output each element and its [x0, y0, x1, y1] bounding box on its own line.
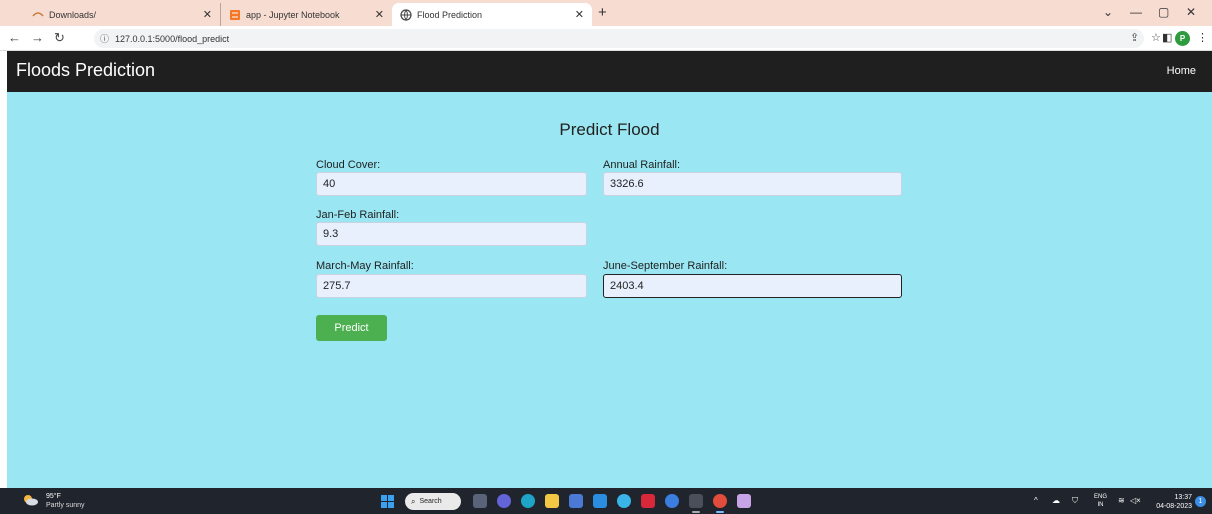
cloud-cover-label: Cloud Cover:: [316, 159, 381, 171]
app-icon[interactable]: [665, 494, 679, 508]
language-top: ENG: [1094, 494, 1108, 500]
back-arrow-icon[interactable]: ←: [8, 30, 21, 45]
mcafee-icon[interactable]: [641, 494, 655, 508]
cloud-cover-input[interactable]: [316, 172, 587, 196]
weather-description: Partly sunny: [46, 502, 85, 509]
address-bar-row: ← → ↻ ⓘ 127.0.0.1:5000/flood_predict ⇪ ☆: [0, 26, 1212, 51]
share-icon[interactable]: ⇪: [1130, 31, 1139, 44]
brand-title[interactable]: Floods Prediction: [16, 60, 155, 81]
window-close-icon[interactable]: ✕: [1186, 5, 1196, 19]
forward-arrow-icon[interactable]: →: [31, 30, 44, 45]
jan-feb-rainfall-label: Jan-Feb Rainfall:: [316, 209, 400, 221]
task-view-icon[interactable]: [473, 494, 487, 508]
notification-badge[interactable]: 1: [1195, 496, 1206, 507]
chevron-up-icon[interactable]: ^: [1034, 496, 1038, 505]
tab-flood-prediction-label: Flood Prediction: [417, 9, 483, 20]
annual-rainfall-input[interactable]: [603, 172, 902, 196]
close-icon[interactable]: ✕: [375, 8, 384, 21]
language-indicator[interactable]: ENG IN: [1094, 493, 1107, 509]
paint-icon[interactable]: [617, 494, 631, 508]
taskbar-search-label: Search: [419, 498, 442, 505]
file-explorer-icon[interactable]: [545, 494, 559, 508]
downloads-icon: [32, 11, 44, 17]
close-icon[interactable]: ✕: [575, 8, 584, 21]
jupyter-icon: [230, 9, 240, 20]
terminal-icon[interactable]: [689, 494, 703, 508]
minimize-icon[interactable]: —: [1130, 5, 1142, 19]
chrome-icon[interactable]: [713, 494, 727, 508]
annual-rainfall-label: Annual Rainfall:: [603, 159, 681, 171]
taskbar-search[interactable]: ⌕ Search: [405, 493, 461, 510]
language-bottom: IN: [1097, 502, 1104, 508]
tab-search-icon[interactable]: ⌄: [1103, 5, 1113, 19]
system-clock[interactable]: 13:37 04-08-2023: [1150, 493, 1192, 511]
predict-button[interactable]: Predict: [316, 315, 387, 341]
jan-feb-rainfall-input[interactable]: [316, 222, 587, 246]
wifi-icon[interactable]: ≋: [1118, 496, 1125, 505]
clock-time: 13:37: [1174, 494, 1192, 501]
url-input[interactable]: ⓘ 127.0.0.1:5000/flood_predict: [94, 29, 1144, 48]
globe-icon: [400, 8, 412, 21]
url-text: 127.0.0.1:5000/flood_predict: [115, 33, 230, 44]
teams-chat-icon[interactable]: [497, 494, 511, 508]
side-panel-icon[interactable]: ◧: [1162, 31, 1172, 44]
photos-icon[interactable]: [737, 494, 751, 508]
tab-downloads-label: Downloads/: [49, 9, 97, 20]
taskbar: 95°F Partly sunny ⌕ Search ^ ☁ ⛉ ENG IN …: [0, 488, 1212, 514]
edge-browser-icon[interactable]: [521, 494, 535, 508]
info-icon[interactable]: ⓘ: [100, 32, 109, 45]
clock-date: 04-08-2023: [1156, 503, 1192, 510]
tab-jupyter-label: app - Jupyter Notebook: [246, 9, 340, 20]
june-september-rainfall-input[interactable]: [603, 274, 902, 298]
volume-icon[interactable]: ◁×: [1130, 496, 1141, 505]
browser-tab-strip: Downloads/ ✕ app - Jupyter Notebook ✕ Fl…: [0, 0, 1212, 26]
search-icon: ⌕: [411, 496, 416, 506]
kebab-menu-icon[interactable]: ⋮: [1197, 31, 1208, 44]
bookmark-star-icon[interactable]: ☆: [1151, 31, 1161, 44]
running-indicator: [692, 511, 700, 513]
active-indicator: [716, 511, 724, 513]
mail-icon[interactable]: [593, 494, 607, 508]
reload-icon[interactable]: ↻: [54, 30, 65, 46]
new-tab-button[interactable]: +: [598, 4, 607, 21]
tab-flood-prediction[interactable]: Flood Prediction ✕: [392, 3, 592, 26]
onedrive-icon[interactable]: ☁: [1052, 496, 1060, 505]
june-september-rainfall-label: June-September Rainfall:: [603, 260, 728, 272]
march-may-rainfall-input[interactable]: [316, 274, 587, 298]
security-icon[interactable]: ⛉: [1072, 496, 1078, 506]
close-icon[interactable]: ✕: [203, 8, 212, 21]
microsoft-store-icon[interactable]: [569, 494, 583, 508]
profile-avatar[interactable]: P: [1175, 31, 1190, 46]
form-title: Predict Flood: [559, 120, 660, 139]
app-navbar: Floods Prediction Home: [7, 51, 1212, 92]
tab-downloads[interactable]: Downloads/ ✕: [24, 3, 220, 26]
weather-temp: 95°F: [46, 493, 61, 500]
main-content: Predict Flood Cloud Cover: Annual Rainfa…: [7, 92, 1212, 488]
partly-sunny-icon[interactable]: [22, 494, 38, 506]
tab-jupyter[interactable]: app - Jupyter Notebook ✕: [220, 3, 392, 26]
nav-home-link[interactable]: Home: [1167, 65, 1196, 77]
windows-start-icon[interactable]: [381, 495, 394, 508]
maximize-icon[interactable]: ▢: [1158, 5, 1169, 19]
march-may-rainfall-label: March-May Rainfall:: [316, 260, 414, 272]
